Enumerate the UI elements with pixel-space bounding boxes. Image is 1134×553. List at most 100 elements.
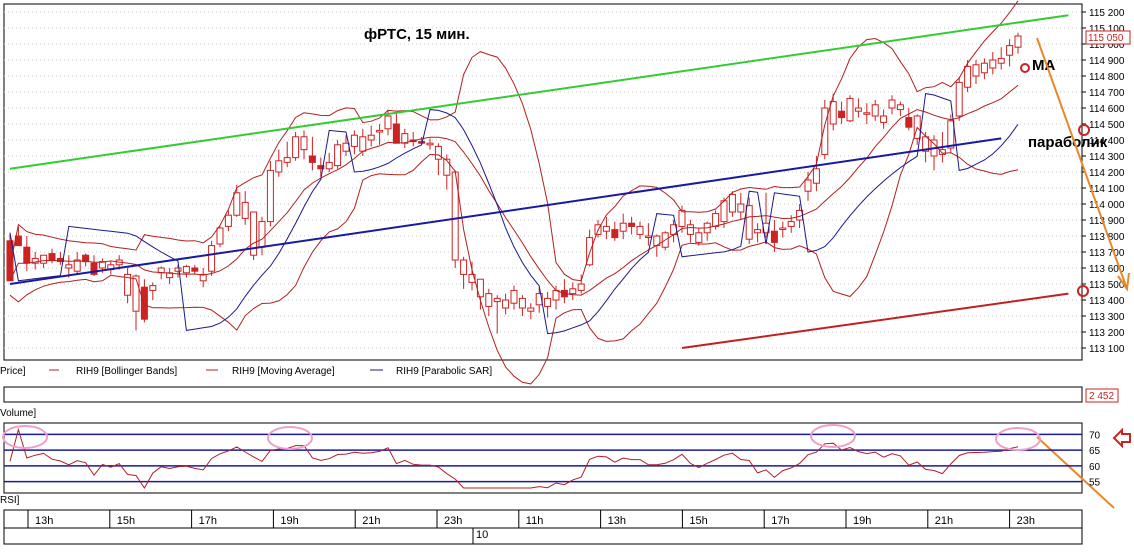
candle-body [955, 81, 963, 117]
candle-body [48, 253, 56, 261]
last-price-label: 115 050 [1088, 33, 1124, 44]
candle-body [972, 64, 980, 77]
candle-body [980, 62, 988, 74]
chart-title: фРТС, 15 мин. [364, 26, 470, 43]
price-tick-label: 115 200 [1089, 8, 1125, 19]
candle-body [989, 59, 997, 69]
candle-body [838, 110, 846, 119]
candle-body [367, 134, 375, 141]
candle-body [308, 155, 316, 163]
legend: Price] RIH9 [Bollinger Bands] RIH9 [Movi… [0, 366, 492, 377]
candle-body [678, 209, 686, 227]
candle-body [737, 203, 745, 213]
candle-body [392, 123, 400, 144]
candle-body [275, 160, 283, 173]
candle-body [829, 101, 837, 125]
candle-body [182, 265, 190, 274]
candle-body [602, 225, 610, 232]
legend-ma: RIH9 [Moving Average] [232, 366, 335, 377]
candle-body [720, 200, 728, 223]
candle-body [518, 297, 526, 309]
time-tick-label: 23h [444, 515, 462, 527]
time-tick-label: 23h [1017, 515, 1035, 527]
rsi-arrow-icon [1112, 427, 1131, 449]
legend-bollinger: RIH9 [Bollinger Bands] [76, 366, 177, 377]
candle-body [846, 97, 854, 122]
candle-body [216, 227, 224, 245]
candle-body [325, 161, 333, 170]
price-tick-label: 114 300 [1089, 152, 1125, 163]
rsi-panel [3, 422, 1083, 494]
candle-body [149, 285, 157, 291]
candle-body [964, 65, 972, 88]
candle-body [1014, 35, 1022, 48]
candle-body [611, 229, 619, 239]
legend-sar: RIH9 [Parabolic SAR] [396, 366, 492, 377]
candle-body [300, 136, 308, 151]
candle-body [527, 307, 535, 312]
parabolic-annotation: параболик [1028, 134, 1108, 151]
candle-body [426, 142, 434, 146]
candle-body [770, 230, 778, 243]
rsi-tick-label: 60 [1089, 462, 1101, 473]
time-tick-label: 17h [771, 515, 789, 527]
candle-body [577, 283, 585, 291]
candle-body [65, 264, 73, 269]
candle-body [619, 222, 627, 232]
price-tick-label: 114 500 [1089, 120, 1125, 131]
candle-body [224, 214, 232, 227]
time-tick-label: 15h [117, 515, 135, 527]
candle-body [1006, 45, 1014, 56]
candle-body [292, 136, 300, 159]
price-tick-label: 113 900 [1089, 216, 1125, 227]
candle-body [233, 192, 241, 216]
candle-body [712, 213, 720, 227]
candle-body [191, 267, 199, 272]
price-tick-label: 114 600 [1089, 104, 1125, 115]
candle-body [821, 107, 829, 155]
legend-price: Price] [0, 366, 26, 377]
candle-body [686, 224, 694, 235]
price-tick-label: 113 300 [1089, 312, 1125, 323]
candle-body [258, 221, 266, 248]
candle-body [997, 57, 1005, 64]
price-tick-label: 113 400 [1089, 296, 1125, 307]
candle-body [376, 129, 384, 133]
price-tick-label: 114 700 [1089, 88, 1125, 99]
candle-body [502, 299, 510, 309]
price-tick-label: 114 000 [1089, 200, 1125, 211]
time-tick-label: 19h [853, 515, 871, 527]
candle-body [905, 117, 913, 128]
price-tick-label: 113 200 [1089, 328, 1125, 339]
candle-body [359, 136, 367, 152]
candle-body [460, 259, 468, 275]
candle-body [140, 286, 148, 320]
candle-body [544, 297, 552, 307]
candle-body [510, 289, 518, 304]
chart-window: 115 200 115 100 115 000 114 900 114 800 114 7… [0, 0, 1134, 548]
candle-body [871, 104, 879, 117]
candle-body [779, 227, 787, 230]
candle-body [569, 288, 577, 295]
time-tick-label: 17h [199, 515, 217, 527]
candle-body [23, 246, 31, 264]
candle-body [812, 168, 820, 184]
candle-body [880, 115, 888, 123]
candle-body [947, 120, 955, 149]
time-tick-label: 21h [362, 515, 380, 527]
candle-body [888, 99, 896, 109]
time-tick-label: 15h [689, 515, 707, 527]
price-tick-label: 113 700 [1089, 248, 1125, 259]
candle-body [787, 221, 795, 227]
candle-body [132, 275, 140, 312]
rsi-tick-label: 55 [1089, 478, 1101, 489]
volume-label: Volume] [0, 408, 36, 419]
candle-body [384, 115, 392, 130]
candle-body [552, 289, 560, 301]
time-tick-label: 19h [280, 515, 298, 527]
candle-body [208, 245, 216, 272]
price-tick-label: 114 200 [1089, 168, 1125, 179]
price-tick-label: 114 800 [1089, 72, 1125, 83]
time-tick-label: 21h [935, 515, 953, 527]
candle-body [266, 169, 274, 223]
